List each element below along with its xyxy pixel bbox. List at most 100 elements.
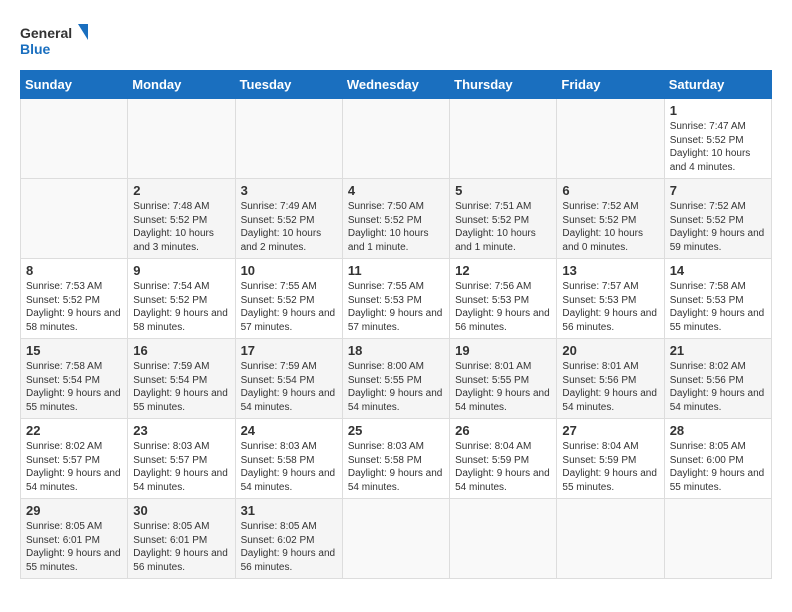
day-number: 19 xyxy=(455,343,551,358)
header-row: SundayMondayTuesdayWednesdayThursdayFrid… xyxy=(21,71,772,99)
calendar-cell: 30 Sunrise: 8:05 AMSunset: 6:01 PMDayligh… xyxy=(128,499,235,579)
day-number: 27 xyxy=(562,423,658,438)
calendar-cell: 29 Sunrise: 8:05 AMSunset: 6:01 PMDayligh… xyxy=(21,499,128,579)
calendar-cell: 9 Sunrise: 7:54 AMSunset: 5:52 PMDaylight… xyxy=(128,259,235,339)
calendar-cell xyxy=(557,499,664,579)
day-number: 24 xyxy=(241,423,337,438)
calendar-cell: 7 Sunrise: 7:52 AMSunset: 5:52 PMDaylight… xyxy=(664,179,771,259)
calendar-cell: 15Sunrise: 7:58 AMSunset: 5:54 PMDayligh… xyxy=(21,339,128,419)
day-number: 7 xyxy=(670,183,766,198)
calendar-cell xyxy=(557,99,664,179)
calendar-cell: 25 Sunrise: 8:03 AMSunset: 5:58 PMDayligh… xyxy=(342,419,449,499)
svg-text:Blue: Blue xyxy=(20,41,51,57)
calendar-cell xyxy=(235,99,342,179)
calendar-row: 8 Sunrise: 7:53 AMSunset: 5:52 PMDaylight… xyxy=(21,259,772,339)
day-info: Sunrise: 7:59 AMSunset: 5:54 PMDaylight:… xyxy=(241,360,337,414)
day-info: Sunrise: 7:59 AMSunset: 5:54 PMDaylight:… xyxy=(133,360,229,414)
day-info: Sunrise: 7:47 AMSunset: 5:52 PMDaylight:… xyxy=(670,120,766,174)
calendar-cell: 5Sunrise: 7:51 AMSunset: 5:52 PMDaylight… xyxy=(450,179,557,259)
day-number: 29 xyxy=(26,503,122,518)
day-info: Sunrise: 8:05 AMSunset: 6:01 PMDaylight:… xyxy=(133,520,229,574)
day-number: 13 xyxy=(562,263,658,278)
day-number: 5 xyxy=(455,183,551,198)
calendar-cell: 10 Sunrise: 7:55 AMSunset: 5:52 PMDayligh… xyxy=(235,259,342,339)
calendar-cell: 8 Sunrise: 7:53 AMSunset: 5:52 PMDaylight… xyxy=(21,259,128,339)
calendar-cell: 22Sunrise: 8:02 AMSunset: 5:57 PMDayligh… xyxy=(21,419,128,499)
calendar-cell: 14Sunrise: 7:58 AMSunset: 5:53 PMDayligh… xyxy=(664,259,771,339)
day-info: Sunrise: 8:02 AMSunset: 5:56 PMDaylight:… xyxy=(670,360,766,414)
day-info: Sunrise: 7:58 AMSunset: 5:53 PMDaylight:… xyxy=(670,280,766,334)
day-number: 17 xyxy=(241,343,337,358)
day-info: Sunrise: 8:05 AMSunset: 6:01 PMDaylight:… xyxy=(26,520,122,574)
col-header-wednesday: Wednesday xyxy=(342,71,449,99)
day-info: Sunrise: 7:55 AMSunset: 5:52 PMDaylight:… xyxy=(241,280,337,334)
day-number: 25 xyxy=(348,423,444,438)
day-number: 28 xyxy=(670,423,766,438)
calendar-cell xyxy=(342,499,449,579)
day-number: 15 xyxy=(26,343,122,358)
day-number: 2 xyxy=(133,183,229,198)
calendar-row: 29 Sunrise: 8:05 AMSunset: 6:01 PMDayligh… xyxy=(21,499,772,579)
day-number: 20 xyxy=(562,343,658,358)
day-number: 8 xyxy=(26,263,122,278)
calendar-cell: 3Sunrise: 7:49 AMSunset: 5:52 PMDaylight… xyxy=(235,179,342,259)
calendar-cell: 24Sunrise: 8:03 AMSunset: 5:58 PMDayligh… xyxy=(235,419,342,499)
day-info: Sunrise: 8:00 AMSunset: 5:55 PMDaylight:… xyxy=(348,360,444,414)
calendar-cell: 26 Sunrise: 8:04 AMSunset: 5:59 PMDayligh… xyxy=(450,419,557,499)
calendar-cell: 17 Sunrise: 7:59 AMSunset: 5:54 PMDayligh… xyxy=(235,339,342,419)
day-number: 12 xyxy=(455,263,551,278)
day-number: 23 xyxy=(133,423,229,438)
day-number: 1 xyxy=(670,103,766,118)
col-header-sunday: Sunday xyxy=(21,71,128,99)
day-info: Sunrise: 8:01 AMSunset: 5:55 PMDaylight:… xyxy=(455,360,551,414)
day-number: 18 xyxy=(348,343,444,358)
day-info: Sunrise: 7:53 AMSunset: 5:52 PMDaylight:… xyxy=(26,280,122,334)
calendar-cell: 27 Sunrise: 8:04 AMSunset: 5:59 PMDayligh… xyxy=(557,419,664,499)
day-info: Sunrise: 8:02 AMSunset: 5:57 PMDaylight:… xyxy=(26,440,122,494)
day-number: 21 xyxy=(670,343,766,358)
calendar-cell xyxy=(450,99,557,179)
day-number: 3 xyxy=(241,183,337,198)
col-header-tuesday: Tuesday xyxy=(235,71,342,99)
calendar-cell: 23 Sunrise: 8:03 AMSunset: 5:57 PMDayligh… xyxy=(128,419,235,499)
day-info: Sunrise: 7:52 AMSunset: 5:52 PMDaylight:… xyxy=(670,200,766,254)
day-info: Sunrise: 7:56 AMSunset: 5:53 PMDaylight:… xyxy=(455,280,551,334)
col-header-friday: Friday xyxy=(557,71,664,99)
day-number: 31 xyxy=(241,503,337,518)
day-number: 9 xyxy=(133,263,229,278)
day-number: 4 xyxy=(348,183,444,198)
day-info: Sunrise: 8:04 AMSunset: 5:59 PMDaylight:… xyxy=(455,440,551,494)
day-number: 30 xyxy=(133,503,229,518)
day-info: Sunrise: 8:01 AMSunset: 5:56 PMDaylight:… xyxy=(562,360,658,414)
day-info: Sunrise: 8:05 AMSunset: 6:00 PMDaylight:… xyxy=(670,440,766,494)
calendar-cell xyxy=(21,99,128,179)
calendar-row: 15Sunrise: 7:58 AMSunset: 5:54 PMDayligh… xyxy=(21,339,772,419)
calendar-cell xyxy=(342,99,449,179)
day-number: 26 xyxy=(455,423,551,438)
col-header-saturday: Saturday xyxy=(664,71,771,99)
day-number: 16 xyxy=(133,343,229,358)
calendar-cell: 18 Sunrise: 8:00 AMSunset: 5:55 PMDayligh… xyxy=(342,339,449,419)
calendar-cell xyxy=(450,499,557,579)
day-info: Sunrise: 8:05 AMSunset: 6:02 PMDaylight:… xyxy=(241,520,337,574)
calendar-row: 2 Sunrise: 7:48 AMSunset: 5:52 PMDaylight… xyxy=(21,179,772,259)
logo: General Blue xyxy=(20,20,90,60)
calendar-cell: 13Sunrise: 7:57 AMSunset: 5:53 PMDayligh… xyxy=(557,259,664,339)
col-header-monday: Monday xyxy=(128,71,235,99)
calendar-cell xyxy=(21,179,128,259)
calendar-cell: 20 Sunrise: 8:01 AMSunset: 5:56 PMDayligh… xyxy=(557,339,664,419)
calendar-cell: 19 Sunrise: 8:01 AMSunset: 5:55 PMDayligh… xyxy=(450,339,557,419)
day-number: 6 xyxy=(562,183,658,198)
svg-text:General: General xyxy=(20,25,72,41)
day-number: 10 xyxy=(241,263,337,278)
calendar-cell: 16 Sunrise: 7:59 AMSunset: 5:54 PMDayligh… xyxy=(128,339,235,419)
calendar-cell: 28 Sunrise: 8:05 AMSunset: 6:00 PMDayligh… xyxy=(664,419,771,499)
day-info: Sunrise: 7:48 AMSunset: 5:52 PMDaylight:… xyxy=(133,200,229,254)
logo-svg: General Blue xyxy=(20,20,90,60)
day-info: Sunrise: 8:03 AMSunset: 5:57 PMDaylight:… xyxy=(133,440,229,494)
day-info: Sunrise: 8:03 AMSunset: 5:58 PMDaylight:… xyxy=(348,440,444,494)
day-number: 11 xyxy=(348,263,444,278)
calendar-cell xyxy=(128,99,235,179)
day-info: Sunrise: 7:54 AMSunset: 5:52 PMDaylight:… xyxy=(133,280,229,334)
day-info: Sunrise: 8:04 AMSunset: 5:59 PMDaylight:… xyxy=(562,440,658,494)
